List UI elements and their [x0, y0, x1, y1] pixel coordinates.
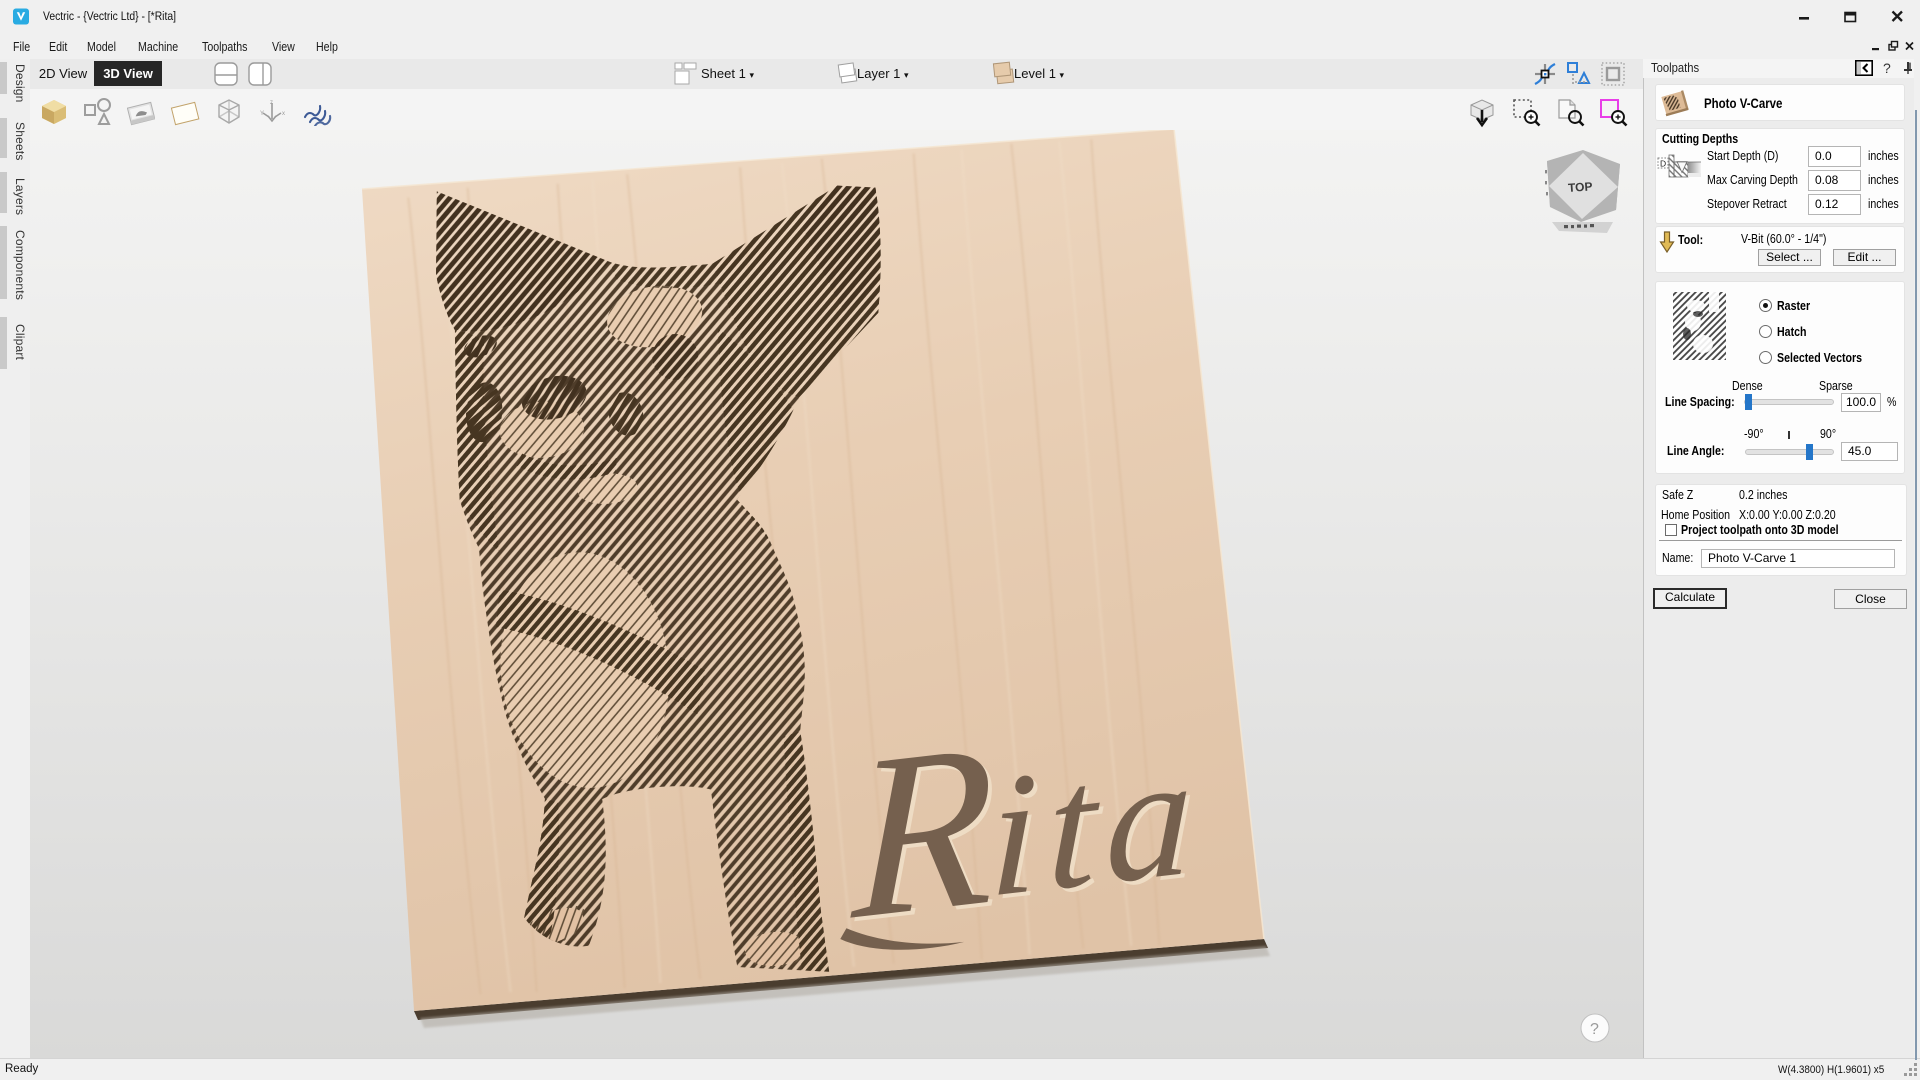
svg-text:TOP: TOP — [1568, 179, 1593, 195]
svg-text:D: D — [1660, 159, 1666, 169]
svg-text:z: z — [270, 100, 273, 106]
svg-text:x: x — [282, 111, 285, 117]
svg-text:ita: ita — [988, 715, 1204, 934]
svg-text:Y: Y — [260, 111, 264, 117]
svg-text:R: R — [849, 694, 997, 969]
svg-text:?: ? — [1590, 1021, 1599, 1038]
